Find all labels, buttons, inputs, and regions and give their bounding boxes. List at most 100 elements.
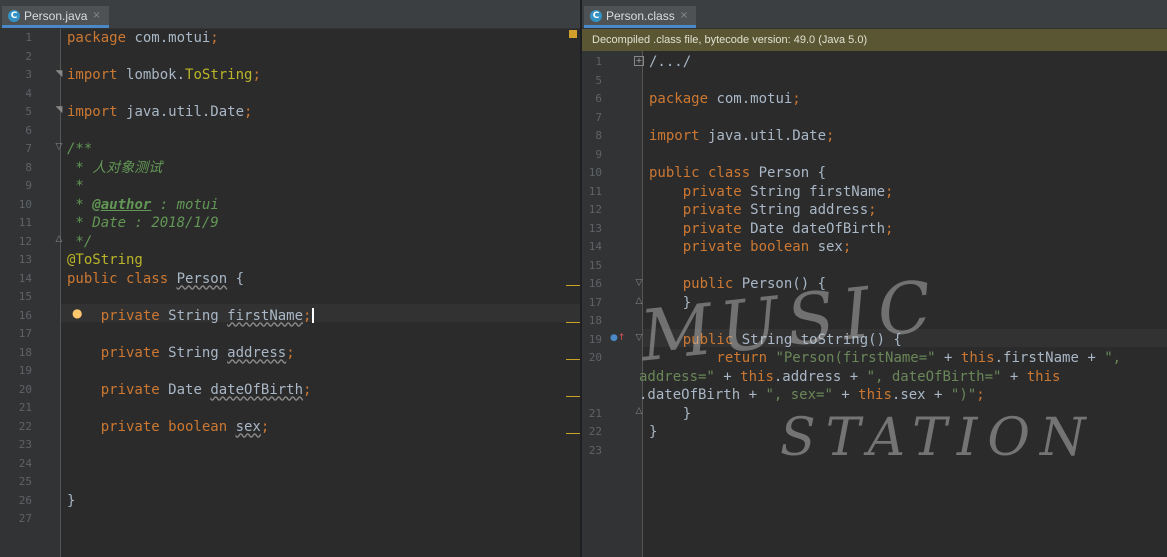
line-number[interactable]: 20 <box>0 381 32 399</box>
line-number[interactable]: 5 <box>0 103 32 121</box>
code-line[interactable] <box>61 48 580 66</box>
line-number[interactable]: 13 <box>582 220 602 238</box>
code-line[interactable] <box>643 72 1167 90</box>
code-line[interactable]: private Date dateOfBirth; <box>643 220 1167 238</box>
line-number[interactable] <box>582 368 602 386</box>
line-number[interactable]: 12 <box>0 233 32 251</box>
code-line[interactable] <box>61 288 580 306</box>
code-line[interactable]: public class Person { <box>61 270 580 288</box>
code-line[interactable]: } <box>643 294 1167 312</box>
line-number[interactable]: 11 <box>582 183 602 201</box>
code-line[interactable]: import java.util.Date; <box>61 103 580 121</box>
code-line[interactable]: * <box>61 177 580 195</box>
line-number[interactable]: 27 <box>0 510 32 528</box>
lightbulb-icon[interactable]: ● <box>72 304 84 322</box>
close-tab-icon[interactable]: × <box>680 10 688 21</box>
code-line[interactable] <box>643 442 1167 460</box>
line-number[interactable]: 22 <box>582 423 602 441</box>
line-number[interactable]: 2 <box>0 48 32 66</box>
line-number[interactable]: 14 <box>582 238 602 256</box>
code-line[interactable]: * 人对象测试 <box>61 159 580 177</box>
code-line[interactable] <box>643 146 1167 164</box>
code-line[interactable]: import java.util.Date; <box>643 127 1167 145</box>
line-number[interactable]: 7 <box>582 109 602 127</box>
warning-marker-icon[interactable] <box>569 30 577 38</box>
line-number[interactable]: 20 <box>582 349 602 367</box>
line-number[interactable]: 18 <box>582 312 602 330</box>
line-number[interactable]: 10 <box>582 164 602 182</box>
line-number[interactable]: 25 <box>0 473 32 491</box>
line-number[interactable] <box>582 386 602 404</box>
fold-marker-icon[interactable]: ◥ <box>54 101 64 119</box>
line-number[interactable]: 5 <box>582 72 602 90</box>
code-line[interactable] <box>643 257 1167 275</box>
code-line[interactable]: return "Person(firstName=" + this.firstN… <box>643 349 1167 367</box>
code-line[interactable]: private String firstName; <box>61 307 580 325</box>
code-line[interactable] <box>61 122 580 140</box>
code-line[interactable]: .dateOfBirth + ", sex=" + this.sex + ")"… <box>639 386 1167 404</box>
line-number[interactable]: 10 <box>0 196 32 214</box>
code-line[interactable]: * Date : 2018/1/9 <box>61 214 580 232</box>
line-number[interactable]: 8 <box>0 159 32 177</box>
line-number[interactable]: 9 <box>582 146 602 164</box>
line-number[interactable]: 13 <box>0 251 32 269</box>
line-number[interactable]: 17 <box>582 294 602 312</box>
line-number[interactable]: 24 <box>0 455 32 473</box>
line-number[interactable]: 15 <box>0 288 32 306</box>
line-number[interactable]: 1 <box>582 53 602 71</box>
code-line[interactable]: private boolean sex; <box>643 238 1167 256</box>
fold-marker-icon[interactable]: ▽ <box>54 138 64 156</box>
fold-marker-icon[interactable]: △ <box>634 292 644 310</box>
code-line[interactable]: private String firstName; <box>643 183 1167 201</box>
line-number[interactable]: 17 <box>0 325 32 343</box>
code-line[interactable]: private String address; <box>643 201 1167 219</box>
expand-fold-icon[interactable]: + <box>634 52 644 70</box>
code-line[interactable] <box>61 325 580 343</box>
line-number[interactable]: 11 <box>0 214 32 232</box>
line-number[interactable]: 19 <box>582 331 602 349</box>
line-number[interactable]: 23 <box>582 442 602 460</box>
code-line[interactable]: /** <box>61 140 580 158</box>
fold-marker-icon[interactable]: △ <box>54 230 64 248</box>
line-number[interactable]: 7 <box>0 140 32 158</box>
left-code-area[interactable]: package com.motui; import lombok.ToString… <box>61 29 580 557</box>
fold-marker-icon[interactable]: ◥ <box>54 65 64 83</box>
code-line[interactable]: * @author : motui <box>61 196 580 214</box>
line-number[interactable]: 26 <box>0 492 32 510</box>
line-number[interactable]: 4 <box>0 85 32 103</box>
code-line[interactable]: } <box>643 423 1167 441</box>
fold-marker-icon[interactable]: ▽ <box>634 329 644 347</box>
code-line[interactable]: /.../ <box>643 53 1167 71</box>
line-number[interactable]: 14 <box>0 270 32 288</box>
line-number[interactable]: 1 <box>0 29 32 47</box>
fold-marker-icon[interactable]: ▽ <box>634 274 644 292</box>
code-line[interactable]: private Date dateOfBirth; <box>61 381 580 399</box>
line-number[interactable]: 23 <box>0 436 32 454</box>
line-number[interactable]: 15 <box>582 257 602 275</box>
code-line[interactable] <box>61 473 580 491</box>
close-tab-icon[interactable]: × <box>92 10 100 21</box>
fold-marker-icon[interactable]: △ <box>634 402 644 420</box>
code-line[interactable]: } <box>643 405 1167 423</box>
code-line[interactable] <box>61 455 580 473</box>
code-line[interactable]: @ToString <box>61 251 580 269</box>
code-line[interactable]: package com.motui; <box>61 29 580 47</box>
line-number[interactable]: 18 <box>0 344 32 362</box>
code-line[interactable]: address=" + this.address + ", dateOfBirt… <box>639 368 1167 386</box>
code-line[interactable]: } <box>61 492 580 510</box>
line-number[interactable]: 8 <box>582 127 602 145</box>
code-line[interactable] <box>643 312 1167 330</box>
line-number[interactable]: 3 <box>0 66 32 84</box>
code-line[interactable] <box>61 510 580 528</box>
line-number[interactable]: 6 <box>0 122 32 140</box>
code-line[interactable]: public class Person { <box>643 164 1167 182</box>
code-line[interactable]: package com.motui; <box>643 90 1167 108</box>
code-line[interactable]: public Person() { <box>643 275 1167 293</box>
line-number[interactable]: 6 <box>582 90 602 108</box>
line-number[interactable]: 9 <box>0 177 32 195</box>
code-line[interactable] <box>643 109 1167 127</box>
tab-person-class[interactable]: C Person.class × <box>584 6 697 28</box>
line-number[interactable]: 19 <box>0 362 32 380</box>
tab-person-java[interactable]: C Person.java × <box>2 6 109 28</box>
line-number[interactable]: 16 <box>582 275 602 293</box>
